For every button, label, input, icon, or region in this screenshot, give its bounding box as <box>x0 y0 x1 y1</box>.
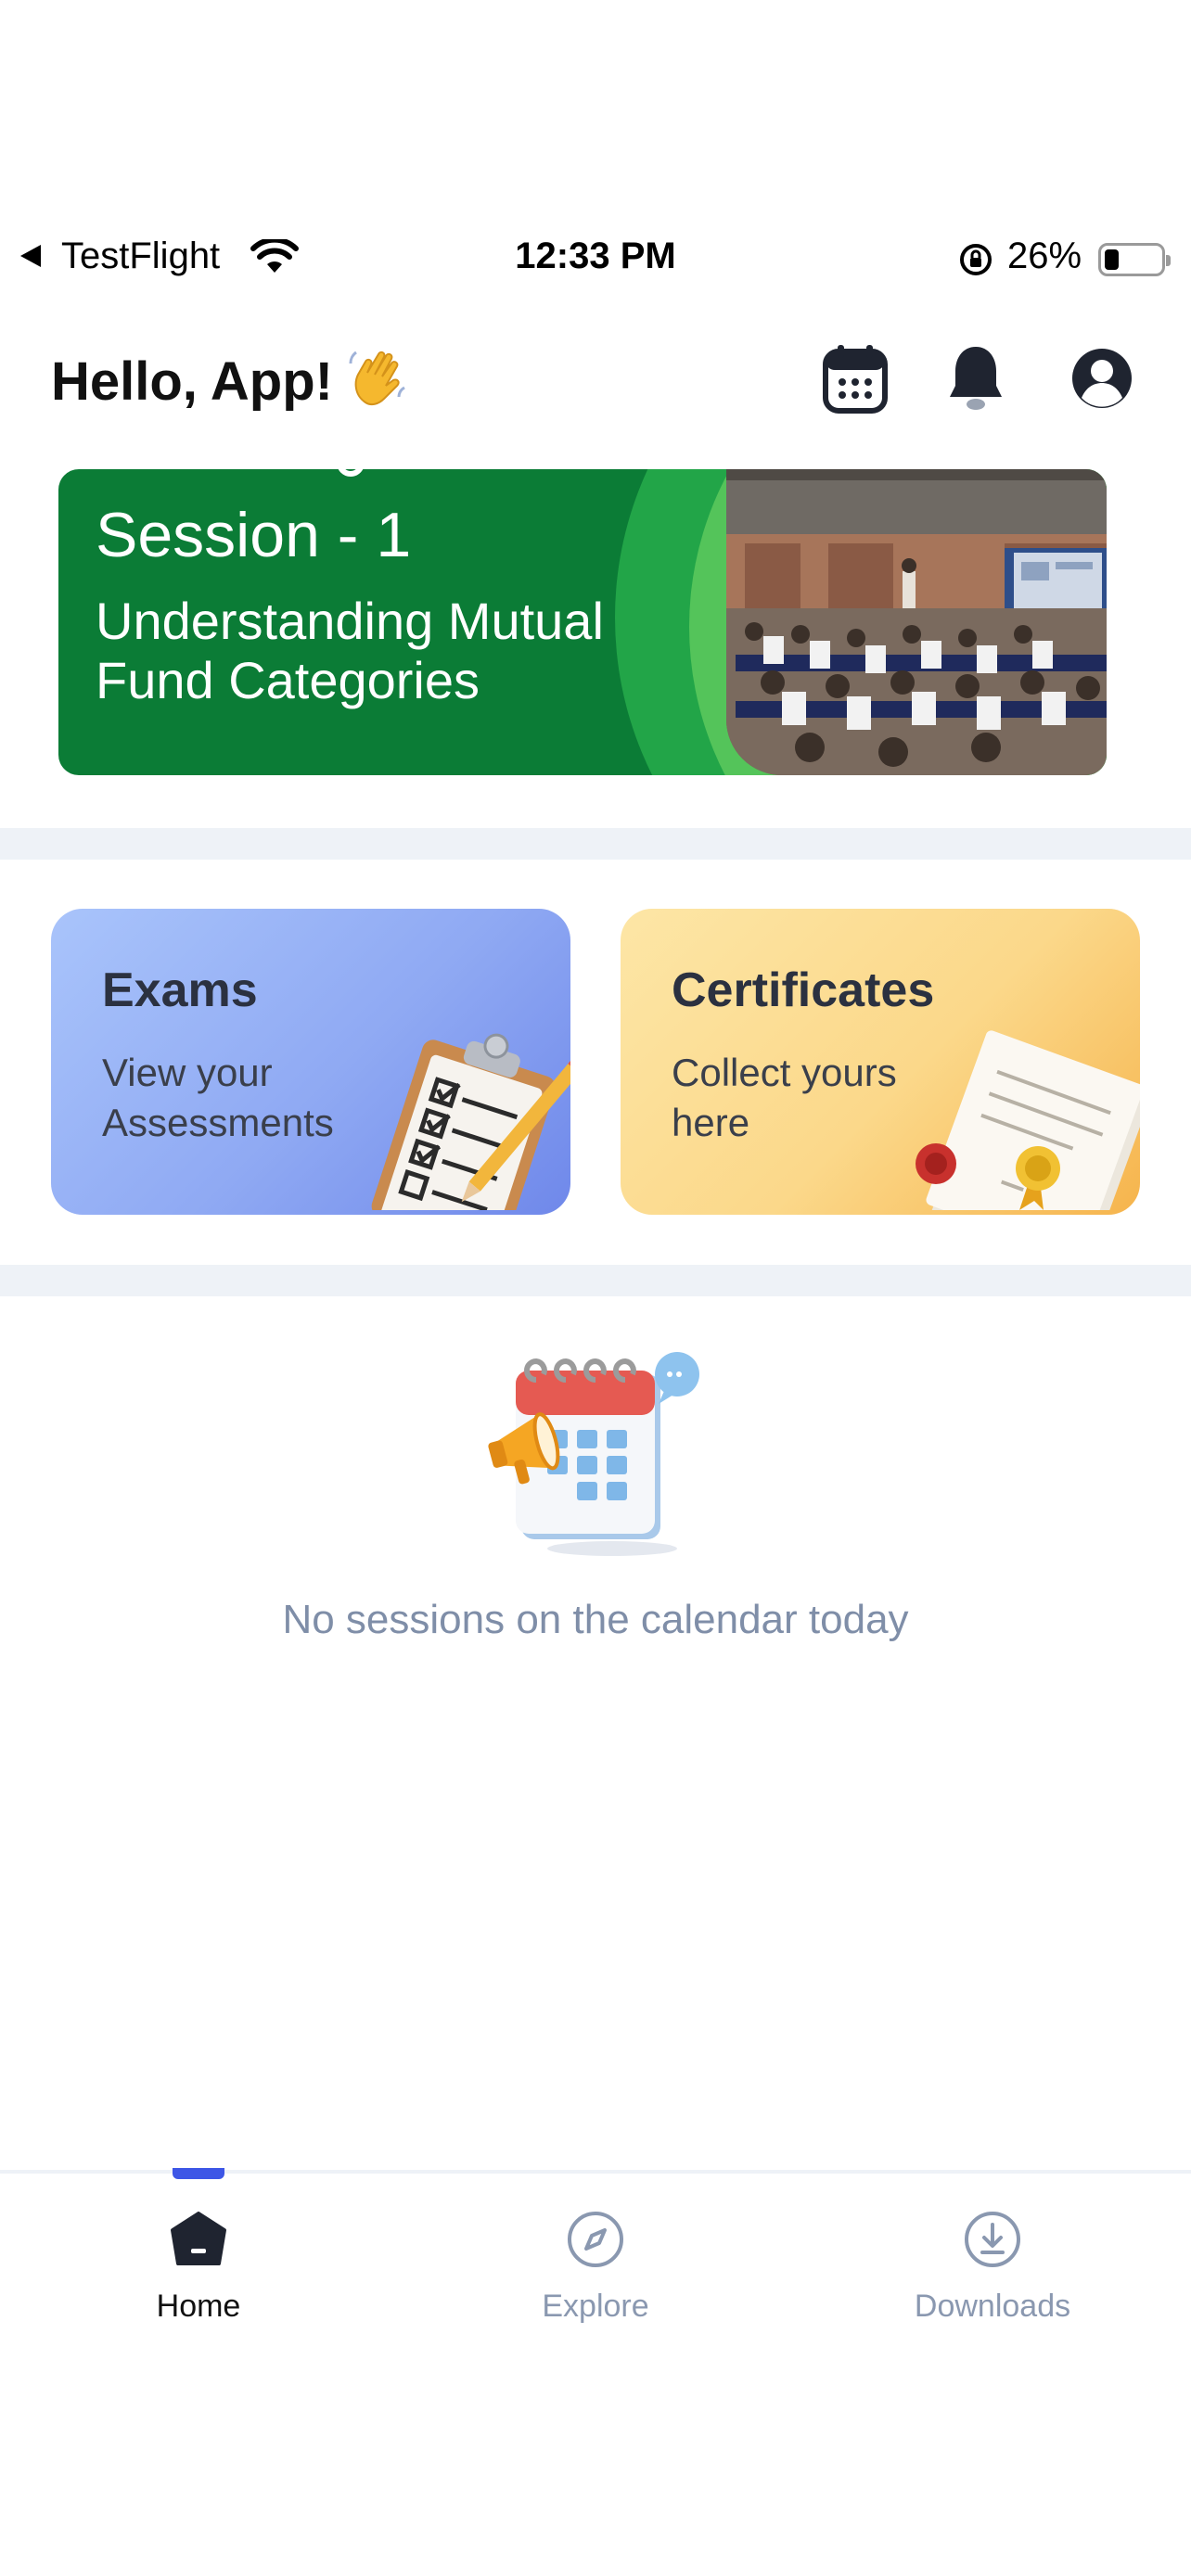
download-icon <box>853 2207 1132 2272</box>
bell-icon <box>946 343 1005 418</box>
profile-icon <box>1069 346 1134 415</box>
tab-downloads-label: Downloads <box>914 2289 1071 2324</box>
notifications-button[interactable] <box>939 343 1013 417</box>
seminar-photo <box>726 469 1107 775</box>
certificates-card-title: Certificates <box>672 963 935 1017</box>
section-divider <box>0 1265 1191 1296</box>
profile-button[interactable] <box>1065 343 1139 417</box>
tab-explore[interactable]: Explore <box>456 2207 735 2337</box>
calendar-icon <box>823 343 888 418</box>
certificate-icon <box>890 1015 1140 1215</box>
active-tab-indicator <box>173 2168 224 2179</box>
waving-hand-icon <box>345 345 410 410</box>
home-icon <box>59 2207 338 2272</box>
tab-home[interactable]: Home <box>59 2207 338 2337</box>
session-banner[interactable]: Session - 1 Understanding Mutual Fund Ca… <box>58 469 1107 775</box>
greeting-text: Hello, App! <box>51 351 333 412</box>
exams-card-title: Exams <box>102 963 258 1017</box>
status-bar: TestFlight 12:33 PM 26% <box>0 232 1191 291</box>
empty-state-message: No sessions on the calendar today <box>282 1597 909 1642</box>
battery-level-fill <box>1105 249 1119 270</box>
tab-explore-label: Explore <box>542 2289 649 2324</box>
bottom-nav: Home Explore Downloads <box>0 2168 1191 2355</box>
tab-downloads[interactable]: Downloads <box>853 2207 1132 2337</box>
clipboard-icon <box>329 1015 570 1215</box>
calendar-megaphone-illustration <box>482 1346 714 1560</box>
battery-percent: 26% <box>1007 236 1082 276</box>
banner-subtitle: Understanding Mutual Fund Categories <box>96 592 604 709</box>
app-header: Hello, App! <box>0 334 1191 427</box>
section-divider <box>0 828 1191 860</box>
compass-icon <box>456 2207 735 2272</box>
tab-home-label: Home <box>156 2289 241 2324</box>
banner-title: Session - 1 <box>96 500 412 570</box>
battery-icon <box>1098 243 1171 276</box>
certificates-card[interactable]: Certificates Collect yours here <box>621 909 1140 1215</box>
calendar-button[interactable] <box>818 343 892 417</box>
orientation-lock-icon <box>957 241 994 283</box>
exams-card[interactable]: Exams View your Assessments <box>51 909 570 1215</box>
